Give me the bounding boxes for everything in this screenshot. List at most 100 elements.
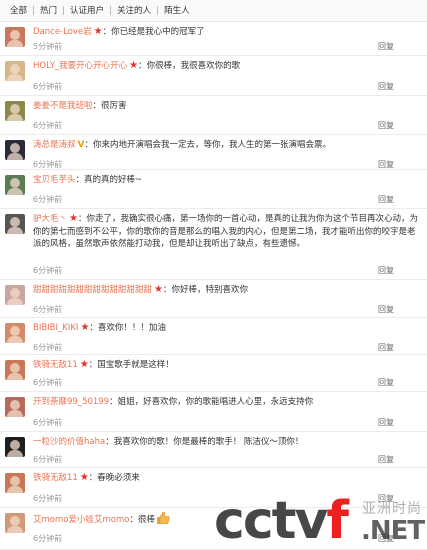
watermark-brand-cn: 亚洲时尚 <box>362 501 422 517</box>
site-watermark-logo: cctvf 亚洲时尚 .NET <box>214 492 427 550</box>
comment-item: 驴大毛丶 ★：你走了，我确实很心痛，第一场你的一首心动，是真的让我为你为这个节目再… <box>0 209 427 280</box>
comment-content: 驴大毛丶 ★：你走了，我确实很心痛，第一场你的一首心动，是真的让我为你为这个节目再… <box>33 213 419 251</box>
comment-timestamp: 6分钟前 <box>33 378 63 387</box>
comment-timestamp: 6分钟前 <box>33 418 63 427</box>
comment-username-link[interactable]: 甜甜甜甜甜甜甜甜甜甜甜甜甜甜 <box>33 285 152 295</box>
comment-filter-tabs: 全部 热门 认证用户 关注的人 陌生人 <box>0 0 427 22</box>
reply-button[interactable]: 回复 <box>378 342 394 353</box>
tab-strangers[interactable]: 陌生人 <box>158 5 196 17</box>
comment-content: 铁骑无敌11 ★：春晚必须来 <box>33 472 419 485</box>
comment-timestamp: 6分钟前 <box>33 266 63 275</box>
comment-username-link[interactable]: 涛总是涛叔 <box>33 140 76 150</box>
star-badge-icon: ★ <box>69 213 78 224</box>
comment-content: 一粒沙的价值haha：我喜欢你的歌！你是最棒的歌手！ 陈洁仪～顶你！ <box>33 436 419 449</box>
comment-content: 宝贝毛芋头：真的真的好棒~ <box>33 174 419 187</box>
comment-content: 涛总是涛叔 V：你来内地开演唱会我一定去，等你，我人生的第一张演唱会票。 <box>33 139 419 152</box>
avatar[interactable] <box>5 101 25 121</box>
comment-text: ：真的真的好棒~ <box>75 175 143 185</box>
avatar[interactable] <box>5 513 25 533</box>
comment-item: 铁骑无敌11 ★：国宝歌手就是这样！ 6分钟前 回复 <box>0 355 427 392</box>
comment-item: HOLY_我要开心开心开心 ★：你很棒，我很喜欢你的歌 6分钟前 回复 <box>0 56 427 96</box>
comment-timestamp: 6分钟前 <box>33 82 63 91</box>
comment-username-link[interactable]: 宝贝毛芋头 <box>33 175 76 185</box>
avatar[interactable] <box>5 214 25 234</box>
reply-button[interactable]: 回复 <box>378 194 394 205</box>
reply-button[interactable]: 回复 <box>378 454 394 465</box>
star-badge-icon: ★ <box>129 60 139 71</box>
comment-item: Dance-Love岩 ★：你已经是我心中的冠军了 5分钟前 回复 <box>0 22 427 56</box>
comment-content: BIBIBI_KIKI ★：喜欢你！！！加油 <box>33 322 419 335</box>
comment-timestamp: 6分钟前 <box>33 455 63 464</box>
comment-timestamp: 6分钟前 <box>33 343 63 352</box>
reply-button[interactable]: 回复 <box>378 159 394 170</box>
comment-text: ：你走了，我确实很心痛，第一场你的一首心动，是真的让我为你为这个节目再次心动，为… <box>33 214 418 249</box>
comment-username-link[interactable]: BIBIBI_KIKI <box>33 323 78 333</box>
comment-text: ：国宝歌手就是这样！ <box>88 360 174 370</box>
comment-item: 姜姜不是我班啦：很厉害 6分钟前 回复 <box>0 96 427 135</box>
tab-following[interactable]: 关注的人 <box>111 5 157 17</box>
comment-text: ：很厉害 <box>92 101 127 111</box>
comment-username-link[interactable]: 铁骑无敌11 <box>33 360 78 370</box>
comment-timestamp: 6分钟前 <box>33 534 63 543</box>
comment-item: 涛总是涛叔 V：你来内地开演唱会我一定去，等你，我人生的第一张演唱会票。 6分钟前 回… <box>0 135 427 170</box>
avatar[interactable] <box>5 285 25 305</box>
comment-text: ：你来内地开演唱会我一定去，等你，我人生的第一张演唱会票。 <box>84 140 331 150</box>
comment-item: 一粒沙的价值haha：我喜欢你的歌！你是最棒的歌手！ 陈洁仪～顶你！ 6分钟前 回复 <box>0 432 427 468</box>
reply-button[interactable]: 回复 <box>378 304 394 315</box>
reply-button[interactable]: 回复 <box>378 81 394 92</box>
comment-text: ：很棒 <box>129 515 155 525</box>
comment-username-link[interactable]: 驴大毛丶 <box>33 214 67 224</box>
comment-username-link[interactable]: 开到荼靡99_50199 <box>33 397 109 407</box>
avatar[interactable] <box>5 140 25 160</box>
comment-content: 铁骑无敌11 ★：国宝歌手就是这样！ <box>33 359 419 372</box>
reply-button[interactable]: 回复 <box>378 120 394 131</box>
comment-item: 甜甜甜甜甜甜甜甜甜甜甜甜甜甜 ★：你好棒，特别喜欢你 6分钟前 回复 <box>0 280 427 318</box>
tab-verified-users[interactable]: 认证用户 <box>64 5 110 17</box>
comment-timestamp: 6分钟前 <box>33 195 63 204</box>
thumbs-up-icon <box>156 511 170 525</box>
comment-username-link[interactable]: Dance-Love岩 <box>33 27 92 37</box>
comment-item: 开到荼靡99_50199：姐姐，好喜欢你，你的歌能唱进人心里，永远支持你 6分钟前… <box>0 392 427 432</box>
comment-username-link[interactable]: 姜姜不是我班啦 <box>33 101 93 111</box>
avatar[interactable] <box>5 61 25 81</box>
comment-text: ：你已经是我心中的冠军了 <box>102 27 205 37</box>
tab-hot[interactable]: 热门 <box>34 5 63 17</box>
star-badge-icon: ★ <box>79 472 89 483</box>
comment-username-link[interactable]: 艾momo爱小娃艾momo <box>33 515 129 525</box>
comment-text: ：你很棒，我很喜欢你的歌 <box>138 61 241 71</box>
comment-username-link[interactable]: 一粒沙的价值haha <box>33 437 105 447</box>
avatar[interactable] <box>5 27 25 47</box>
star-badge-icon: ★ <box>93 26 103 37</box>
comment-content: HOLY_我要开心开心开心 ★：你很棒，我很喜欢你的歌 <box>33 60 419 73</box>
comment-content: 甜甜甜甜甜甜甜甜甜甜甜甜甜甜 ★：你好棒，特别喜欢你 <box>33 284 419 297</box>
comment-content: 姜姜不是我班啦：很厉害 <box>33 100 419 113</box>
avatar[interactable] <box>5 323 25 343</box>
avatar[interactable] <box>5 360 25 380</box>
comment-timestamp: 5分钟前 <box>33 42 63 51</box>
comment-timestamp: 6分钟前 <box>33 494 63 503</box>
avatar[interactable] <box>5 473 25 493</box>
comment-item: BIBIBI_KIKI ★：喜欢你！！！加油 6分钟前 回复 <box>0 318 427 355</box>
comment-timestamp: 6分钟前 <box>33 121 63 130</box>
comment-text: ：喜欢你！！！加油 <box>89 323 166 333</box>
comment-timestamp: 6分钟前 <box>33 305 63 314</box>
tab-all[interactable]: 全部 <box>4 5 33 17</box>
watermark-brand-net: .NET <box>361 516 425 546</box>
avatar[interactable] <box>5 437 25 457</box>
reply-button[interactable]: 回复 <box>378 377 394 388</box>
reply-button[interactable]: 回复 <box>378 265 394 276</box>
comment-text: ：你好棒，特别喜欢你 <box>162 285 248 295</box>
avatar[interactable] <box>5 175 25 195</box>
comment-text: ：我喜欢你的歌！你是最棒的歌手！ 陈洁仪～顶你！ <box>105 437 304 447</box>
watermark-brand: cctvf <box>214 491 349 550</box>
reply-button[interactable]: 回复 <box>378 417 394 428</box>
comment-username-link[interactable]: 铁骑无敌11 <box>33 473 78 483</box>
avatar[interactable] <box>5 397 25 417</box>
comment-timestamp: 6分钟前 <box>33 160 63 169</box>
reply-button[interactable]: 回复 <box>378 41 394 52</box>
comment-text: ：姐姐，好喜欢你，你的歌能唱进人心里，永远支持你 <box>109 397 314 407</box>
star-badge-icon: ★ <box>79 359 89 370</box>
comment-content: 开到荼靡99_50199：姐姐，好喜欢你，你的歌能唱进人心里，永远支持你 <box>33 396 419 409</box>
comment-text: ：春晚必须来 <box>88 473 140 483</box>
comment-username-link[interactable]: HOLY_我要开心开心开心 <box>33 61 127 71</box>
